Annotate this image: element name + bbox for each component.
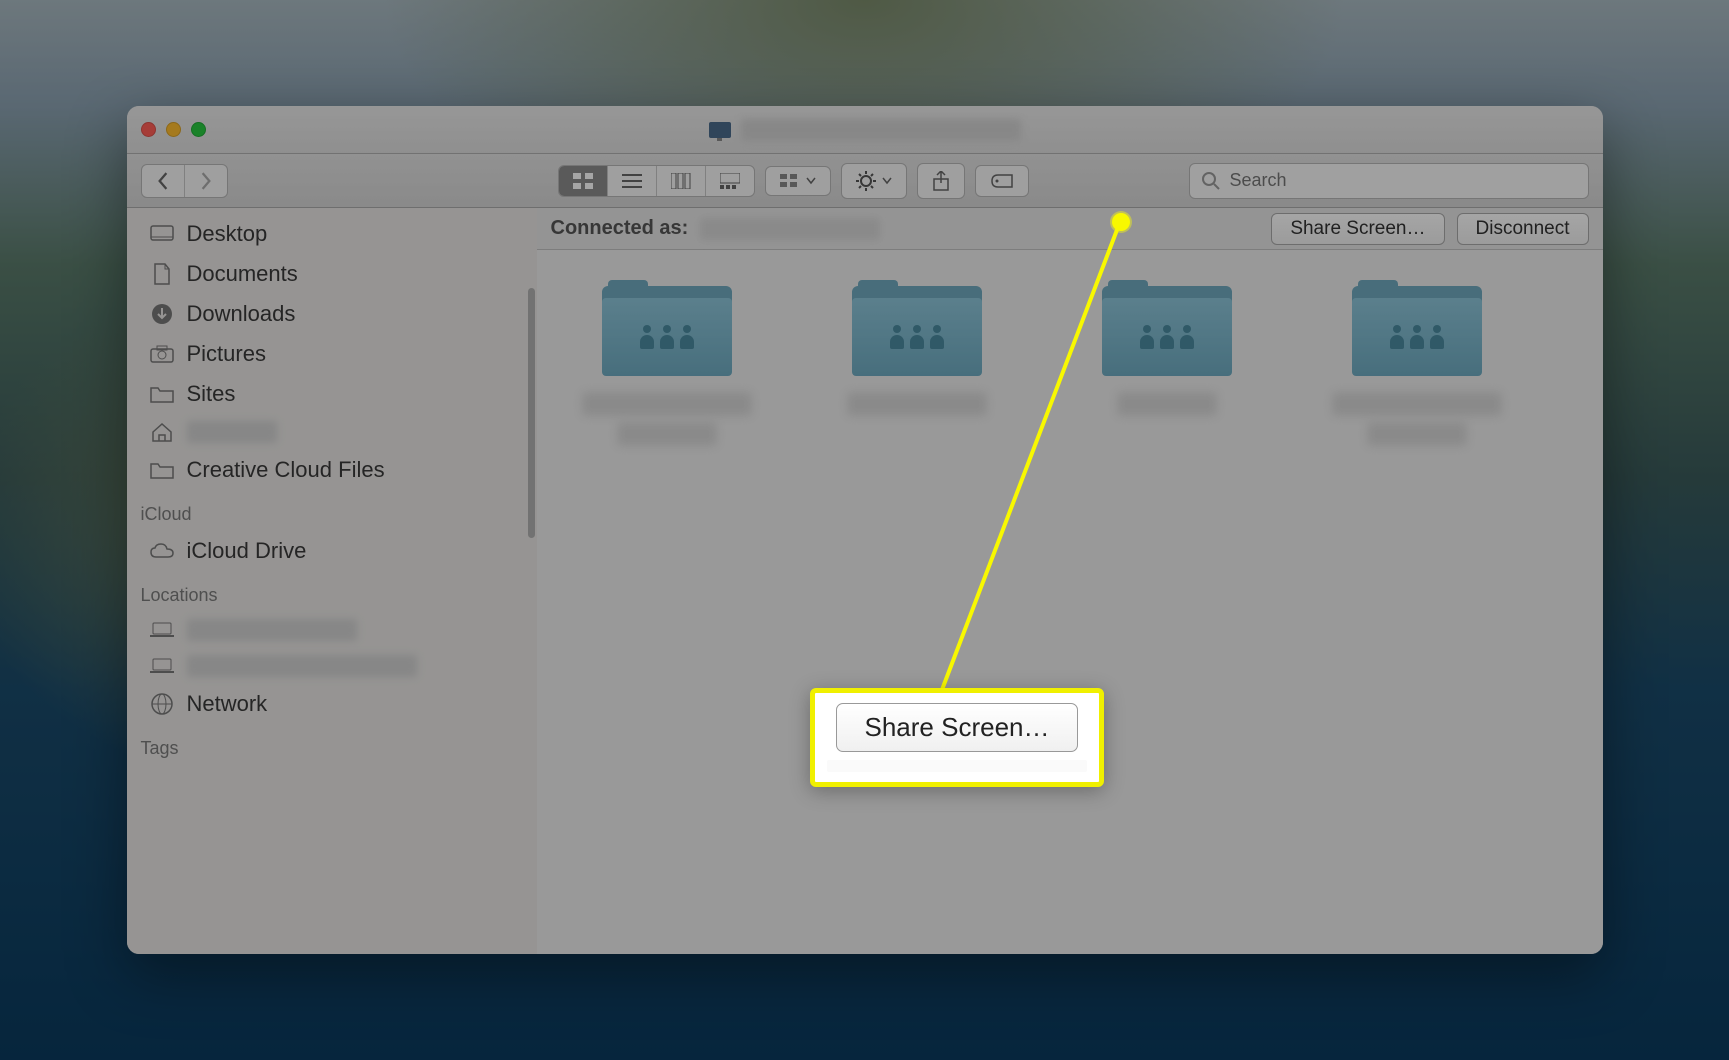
- gallery-view-button[interactable]: [705, 166, 754, 196]
- sidebar-item-location-2[interactable]: [127, 648, 537, 684]
- gear-icon: [856, 171, 876, 191]
- window-controls: [141, 122, 206, 137]
- sidebar-item-label: Creative Cloud Files: [187, 457, 385, 483]
- tags-button[interactable]: [975, 165, 1029, 197]
- globe-icon: [149, 693, 175, 715]
- document-icon: [149, 263, 175, 285]
- sidebar: Desktop Documents Downloads Pictures Sit…: [127, 208, 537, 954]
- redacted-label: [617, 422, 717, 446]
- redacted-label: [1117, 392, 1217, 416]
- finder-window: Desktop Documents Downloads Pictures Sit…: [127, 106, 1603, 954]
- connection-bar: Connected as: Share Screen… Disconnect: [537, 208, 1603, 250]
- sidebar-item-desktop[interactable]: Desktop: [127, 214, 537, 254]
- disconnect-button[interactable]: Disconnect: [1457, 213, 1589, 245]
- shared-folder-item[interactable]: [1317, 280, 1517, 924]
- connected-user-redacted: [700, 218, 880, 240]
- sidebar-item-label: iCloud Drive: [187, 538, 307, 564]
- chevron-down-icon: [882, 177, 892, 185]
- download-icon: [149, 303, 175, 325]
- redacted-label: [187, 421, 277, 443]
- search-icon: [1202, 172, 1220, 190]
- nav-buttons: [141, 164, 228, 198]
- files-grid: [537, 250, 1603, 954]
- shared-folder-item[interactable]: [567, 280, 767, 924]
- laptop-icon: [149, 619, 175, 641]
- callout-share-screen-button: Share Screen…: [836, 703, 1079, 752]
- connected-as-label: Connected as:: [551, 217, 689, 240]
- sidebar-item-label: Downloads: [187, 301, 296, 327]
- desktop-icon: [149, 223, 175, 245]
- close-button[interactable]: [141, 122, 156, 137]
- search-input[interactable]: [1230, 170, 1576, 191]
- sidebar-item-label: Sites: [187, 381, 236, 407]
- shared-folder-icon: [1352, 280, 1482, 380]
- folder-icon: [149, 459, 175, 481]
- sidebar-heading-locations: Locations: [127, 571, 537, 612]
- icon-view-button[interactable]: [559, 166, 607, 196]
- share-screen-button[interactable]: Share Screen…: [1271, 213, 1444, 245]
- sidebar-item-label: Network: [187, 691, 268, 717]
- title-redacted: [741, 119, 1021, 141]
- sidebar-item-label: Desktop: [187, 221, 268, 247]
- sidebar-heading-icloud: iCloud: [127, 490, 537, 531]
- tag-icon: [990, 173, 1014, 189]
- back-button[interactable]: [142, 165, 184, 197]
- sidebar-item-downloads[interactable]: Downloads: [127, 294, 537, 334]
- shared-folder-icon: [602, 280, 732, 380]
- shared-folder-item[interactable]: [817, 280, 1017, 924]
- shared-folder-item[interactable]: [1067, 280, 1267, 924]
- content-area: Connected as: Share Screen… Disconnect: [537, 208, 1603, 954]
- sidebar-item-label: Pictures: [187, 341, 266, 367]
- annotation-dot: [1112, 213, 1130, 231]
- folder-icon: [149, 383, 175, 405]
- annotation-callout: Share Screen…: [810, 688, 1104, 787]
- sidebar-item-network[interactable]: Network: [127, 684, 537, 724]
- shared-folder-icon: [852, 280, 982, 380]
- redacted-label: [1367, 422, 1467, 446]
- sidebar-heading-tags: Tags: [127, 724, 537, 765]
- column-view-button[interactable]: [656, 166, 705, 196]
- forward-button[interactable]: [184, 165, 227, 197]
- redacted-label: [582, 392, 752, 416]
- action-menu-button[interactable]: [841, 163, 907, 199]
- sidebar-item-location-1[interactable]: [127, 612, 537, 648]
- window-title: [709, 119, 1021, 141]
- list-view-button[interactable]: [607, 166, 656, 196]
- maximize-button[interactable]: [191, 122, 206, 137]
- toolbar: [127, 154, 1603, 208]
- titlebar: [127, 106, 1603, 154]
- chevron-down-icon: [806, 177, 816, 185]
- share-icon: [932, 171, 950, 191]
- share-button[interactable]: [917, 163, 965, 199]
- redacted-label: [187, 619, 357, 641]
- sidebar-item-icloud-drive[interactable]: iCloud Drive: [127, 531, 537, 571]
- laptop-icon: [149, 655, 175, 677]
- shared-folder-icon: [1102, 280, 1232, 380]
- sidebar-item-documents[interactable]: Documents: [127, 254, 537, 294]
- group-by-button[interactable]: [765, 166, 831, 196]
- callout-decoration: [827, 760, 1087, 772]
- sidebar-item-label: Documents: [187, 261, 298, 287]
- scrollbar[interactable]: [528, 288, 535, 538]
- sidebar-item-sites[interactable]: Sites: [127, 374, 537, 414]
- sidebar-item-creative-cloud[interactable]: Creative Cloud Files: [127, 450, 537, 490]
- search-field[interactable]: [1189, 163, 1589, 199]
- camera-icon: [149, 343, 175, 365]
- cloud-icon: [149, 540, 175, 562]
- redacted-label: [187, 655, 417, 677]
- sidebar-item-pictures[interactable]: Pictures: [127, 334, 537, 374]
- redacted-label: [847, 392, 987, 416]
- sidebar-item-home[interactable]: [127, 414, 537, 450]
- redacted-label: [1332, 392, 1502, 416]
- minimize-button[interactable]: [166, 122, 181, 137]
- view-mode-group: [558, 165, 755, 197]
- computer-icon: [709, 122, 731, 138]
- home-icon: [149, 421, 175, 443]
